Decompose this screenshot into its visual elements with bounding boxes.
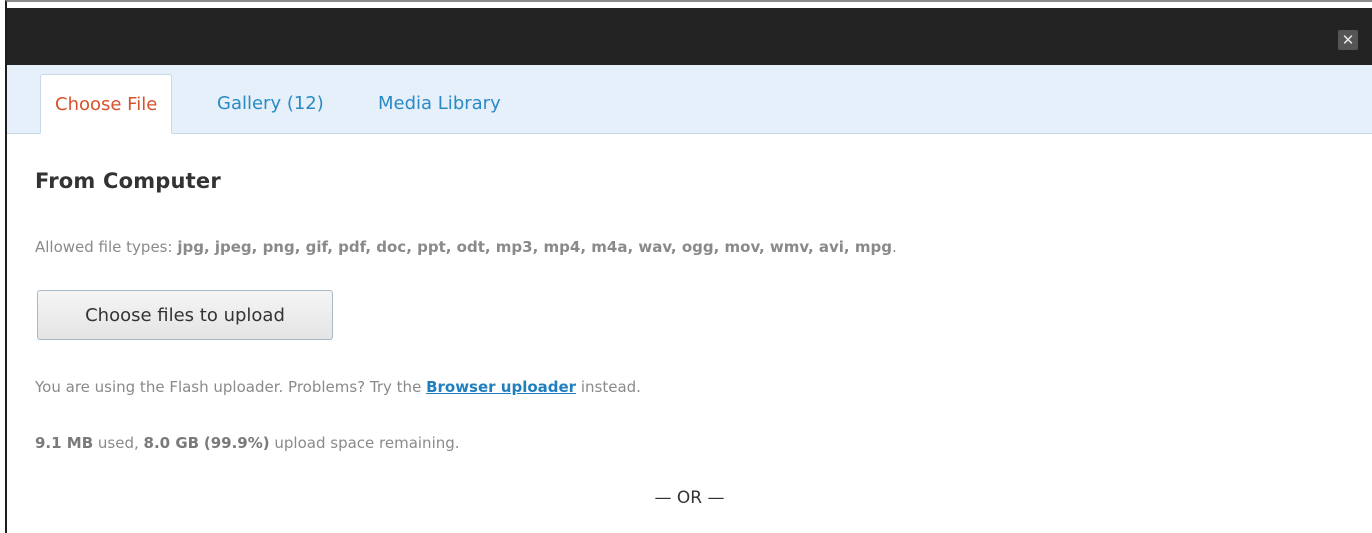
tab-bar: Choose File Gallery (12) Media Library [7, 65, 1372, 134]
tab-media-library[interactable]: Media Library [378, 74, 501, 134]
space-percent: (99.9%) [203, 434, 270, 452]
flash-note-suffix: instead. [576, 378, 641, 396]
media-upload-dialog: ✕ Choose File Gallery (12) Media Library… [5, 0, 1372, 533]
allowed-types-period: . [891, 238, 897, 256]
tab-choose-file[interactable]: Choose File [40, 74, 173, 134]
choose-files-button[interactable]: Choose files to upload [37, 290, 333, 340]
allowed-types-label: Allowed file types: [35, 238, 178, 256]
upload-panel: From Computer Allowed file types: jpg, j… [35, 133, 1372, 533]
allowed-file-types: Allowed file types: jpg, jpeg, png, gif,… [35, 238, 897, 256]
allowed-types-list: jpg, jpeg, png, gif, pdf, doc, ppt, odt,… [177, 238, 892, 256]
section-heading: From Computer [35, 169, 221, 193]
space-used-suffix: used, [93, 434, 144, 452]
browser-uploader-link[interactable]: Browser uploader [426, 378, 576, 396]
dialog-titlebar: ✕ [7, 8, 1372, 65]
space-remaining: 8.0 GB [143, 434, 200, 452]
close-icon[interactable]: ✕ [1338, 30, 1358, 50]
space-used: 9.1 MB [35, 434, 94, 452]
space-remaining-suffix: upload space remaining. [269, 434, 460, 452]
tab-gallery[interactable]: Gallery (12) [217, 74, 324, 134]
flash-note-text: You are using the Flash uploader. Proble… [35, 378, 427, 396]
flash-uploader-note: You are using the Flash uploader. Proble… [35, 378, 641, 396]
upload-space-note: 9.1 MB used, 8.0 GB (99.9%) upload space… [35, 434, 460, 452]
or-separator: — OR — [654, 488, 725, 508]
